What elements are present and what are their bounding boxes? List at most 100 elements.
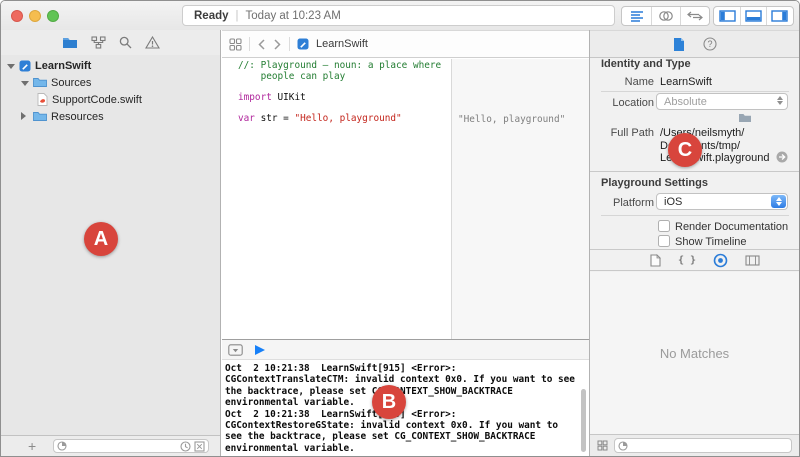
library-grid-view-icon[interactable]: [597, 440, 608, 451]
status-state: Ready: [194, 10, 229, 22]
tree-row[interactable]: LearnSwift: [1, 57, 220, 74]
platform-dropdown[interactable]: iOS: [656, 193, 788, 210]
annotation-badge-c: C: [668, 133, 702, 167]
console-output[interactable]: Oct 2 10:21:38 LearnSwift[915] <Error>:C…: [222, 360, 589, 454]
console-scrollbar[interactable]: [581, 389, 586, 452]
section-title-settings: Playground Settings: [601, 177, 708, 189]
name-label: Name: [590, 76, 654, 88]
jumpbar-file-name[interactable]: LearnSwift: [316, 38, 368, 50]
results-sidebar: "Hello, playground": [451, 59, 589, 339]
code-line[interactable]: import UIKit: [238, 93, 451, 104]
render-documentation-checkbox[interactable]: [658, 220, 670, 232]
workspace-view-buttons: [713, 6, 794, 26]
library-search-field[interactable]: [614, 438, 792, 453]
tree-row[interactable]: Resources: [1, 108, 220, 125]
annotation-badge-b: B: [372, 385, 406, 419]
object-library-icon[interactable]: [713, 253, 728, 268]
swap-arrows-icon: [687, 11, 703, 21]
folder-icon: [33, 111, 47, 122]
toggle-inspector-button[interactable]: [766, 7, 792, 25]
location-dropdown[interactable]: Absolute: [656, 93, 788, 110]
reveal-arrow-icon[interactable]: [776, 151, 788, 163]
console-line: the backtrace, please set CG_CONTEXT_SHO…: [225, 386, 589, 397]
annotation-badge-a: A: [84, 222, 118, 256]
render-documentation-label: Render Documentation: [675, 221, 788, 233]
inspector-panel: ? Identity and Type Name LearnSwift Loca…: [589, 30, 799, 456]
navigator-toolbar: [1, 30, 220, 55]
console-line: CGContextTranslateCTM: invalid context 0…: [225, 374, 589, 385]
code-line[interactable]: people can play: [238, 72, 451, 83]
dropdown-stepper-blue-icon: [771, 195, 786, 208]
navigator-filter-field[interactable]: [53, 439, 209, 453]
related-items-icon[interactable]: [229, 38, 242, 51]
add-item-button[interactable]: +: [28, 439, 36, 453]
hide-console-icon[interactable]: [228, 344, 243, 356]
version-editor-button[interactable]: [680, 7, 709, 25]
editor-area: LearnSwift //: Playground — noun: a plac…: [222, 30, 589, 456]
choose-folder-icon[interactable]: [738, 112, 752, 123]
assistant-editor-button[interactable]: [651, 7, 680, 25]
search-navigator-tab[interactable]: [119, 36, 132, 52]
library-filter-bar: [590, 434, 799, 456]
warning-triangle-icon: [145, 36, 160, 49]
unsaved-files-filter-icon[interactable]: [194, 441, 205, 452]
toggle-navigator-button[interactable]: [714, 7, 740, 25]
section-title-identity: Identity and Type: [601, 58, 691, 70]
console-line: see the backtrace, please set CG_CONTEXT…: [225, 431, 589, 442]
standard-editor-button[interactable]: [622, 7, 651, 25]
close-window-button[interactable]: [11, 10, 23, 22]
search-icon: [119, 36, 132, 49]
show-timeline-checkbox[interactable]: [658, 235, 670, 247]
name-value[interactable]: LearnSwift: [660, 76, 712, 88]
console-line: Oct 2 10:21:38 LearnSwift[915] <Error>:: [225, 409, 589, 420]
location-value: Absolute: [664, 96, 707, 108]
inspector-toolbar: ?: [590, 30, 799, 58]
platform-value: iOS: [664, 196, 682, 208]
filter-icon: [57, 441, 67, 451]
media-library-icon[interactable]: [745, 255, 760, 266]
code-snippet-library-icon[interactable]: { }: [678, 255, 696, 266]
toggle-debug-area-button[interactable]: [740, 7, 766, 25]
minimize-window-button[interactable]: [29, 10, 41, 22]
symbol-hierarchy-icon: [91, 36, 106, 49]
disclosure-triangle-icon[interactable]: [21, 111, 31, 123]
disclosure-triangle-icon[interactable]: [21, 77, 31, 89]
code-line[interactable]: var str = "Hello, playground": [238, 114, 451, 125]
quick-help-tab-icon[interactable]: ?: [703, 37, 717, 51]
panel-bottom-icon: [745, 10, 762, 22]
project-navigator-tab[interactable]: [62, 36, 78, 52]
align-lines-icon: [630, 10, 644, 22]
chevron-left-icon[interactable]: [257, 38, 266, 51]
tree-row[interactable]: Sources: [1, 74, 220, 91]
folder-icon: [62, 36, 78, 49]
section-divider: [590, 171, 799, 172]
full-path-label: Full Path: [590, 127, 654, 139]
status-separator: |: [236, 10, 239, 22]
activity-status-bar: Ready | Today at 10:23 AM: [182, 5, 615, 26]
playground-file-icon: [19, 60, 31, 72]
playground-doc-icon: [297, 38, 309, 50]
filter-icon: [618, 441, 628, 451]
symbol-navigator-tab[interactable]: [91, 36, 106, 52]
panel-right-icon: [771, 10, 788, 22]
execute-play-button[interactable]: [255, 345, 265, 355]
result-value[interactable]: "Hello, playground": [458, 114, 565, 125]
console-line: CGContextRestoreGState: invalid context …: [225, 420, 589, 431]
overlapping-circles-icon: [658, 10, 674, 22]
issue-navigator-tab[interactable]: [145, 36, 160, 52]
console-line: environmental variable.: [225, 397, 589, 408]
library-selector-bar: { }: [590, 249, 799, 271]
titlebar: Ready | Today at 10:23 AM: [1, 1, 799, 30]
jump-bar: LearnSwift: [222, 30, 589, 58]
tree-row[interactable]: SupportCode.swift: [1, 91, 220, 108]
disclosure-triangle-icon[interactable]: [7, 60, 17, 72]
editor-mode-buttons: [621, 6, 710, 26]
file-template-library-icon[interactable]: [650, 254, 661, 267]
folder-icon: [33, 77, 47, 88]
divider: [601, 215, 789, 216]
zoom-window-button[interactable]: [47, 10, 59, 22]
recent-files-clock-icon[interactable]: [180, 441, 191, 452]
file-inspector-tab-icon[interactable]: [673, 37, 685, 52]
code-pane[interactable]: //: Playground — noun: a place where peo…: [222, 59, 451, 339]
chevron-right-icon[interactable]: [273, 38, 282, 51]
